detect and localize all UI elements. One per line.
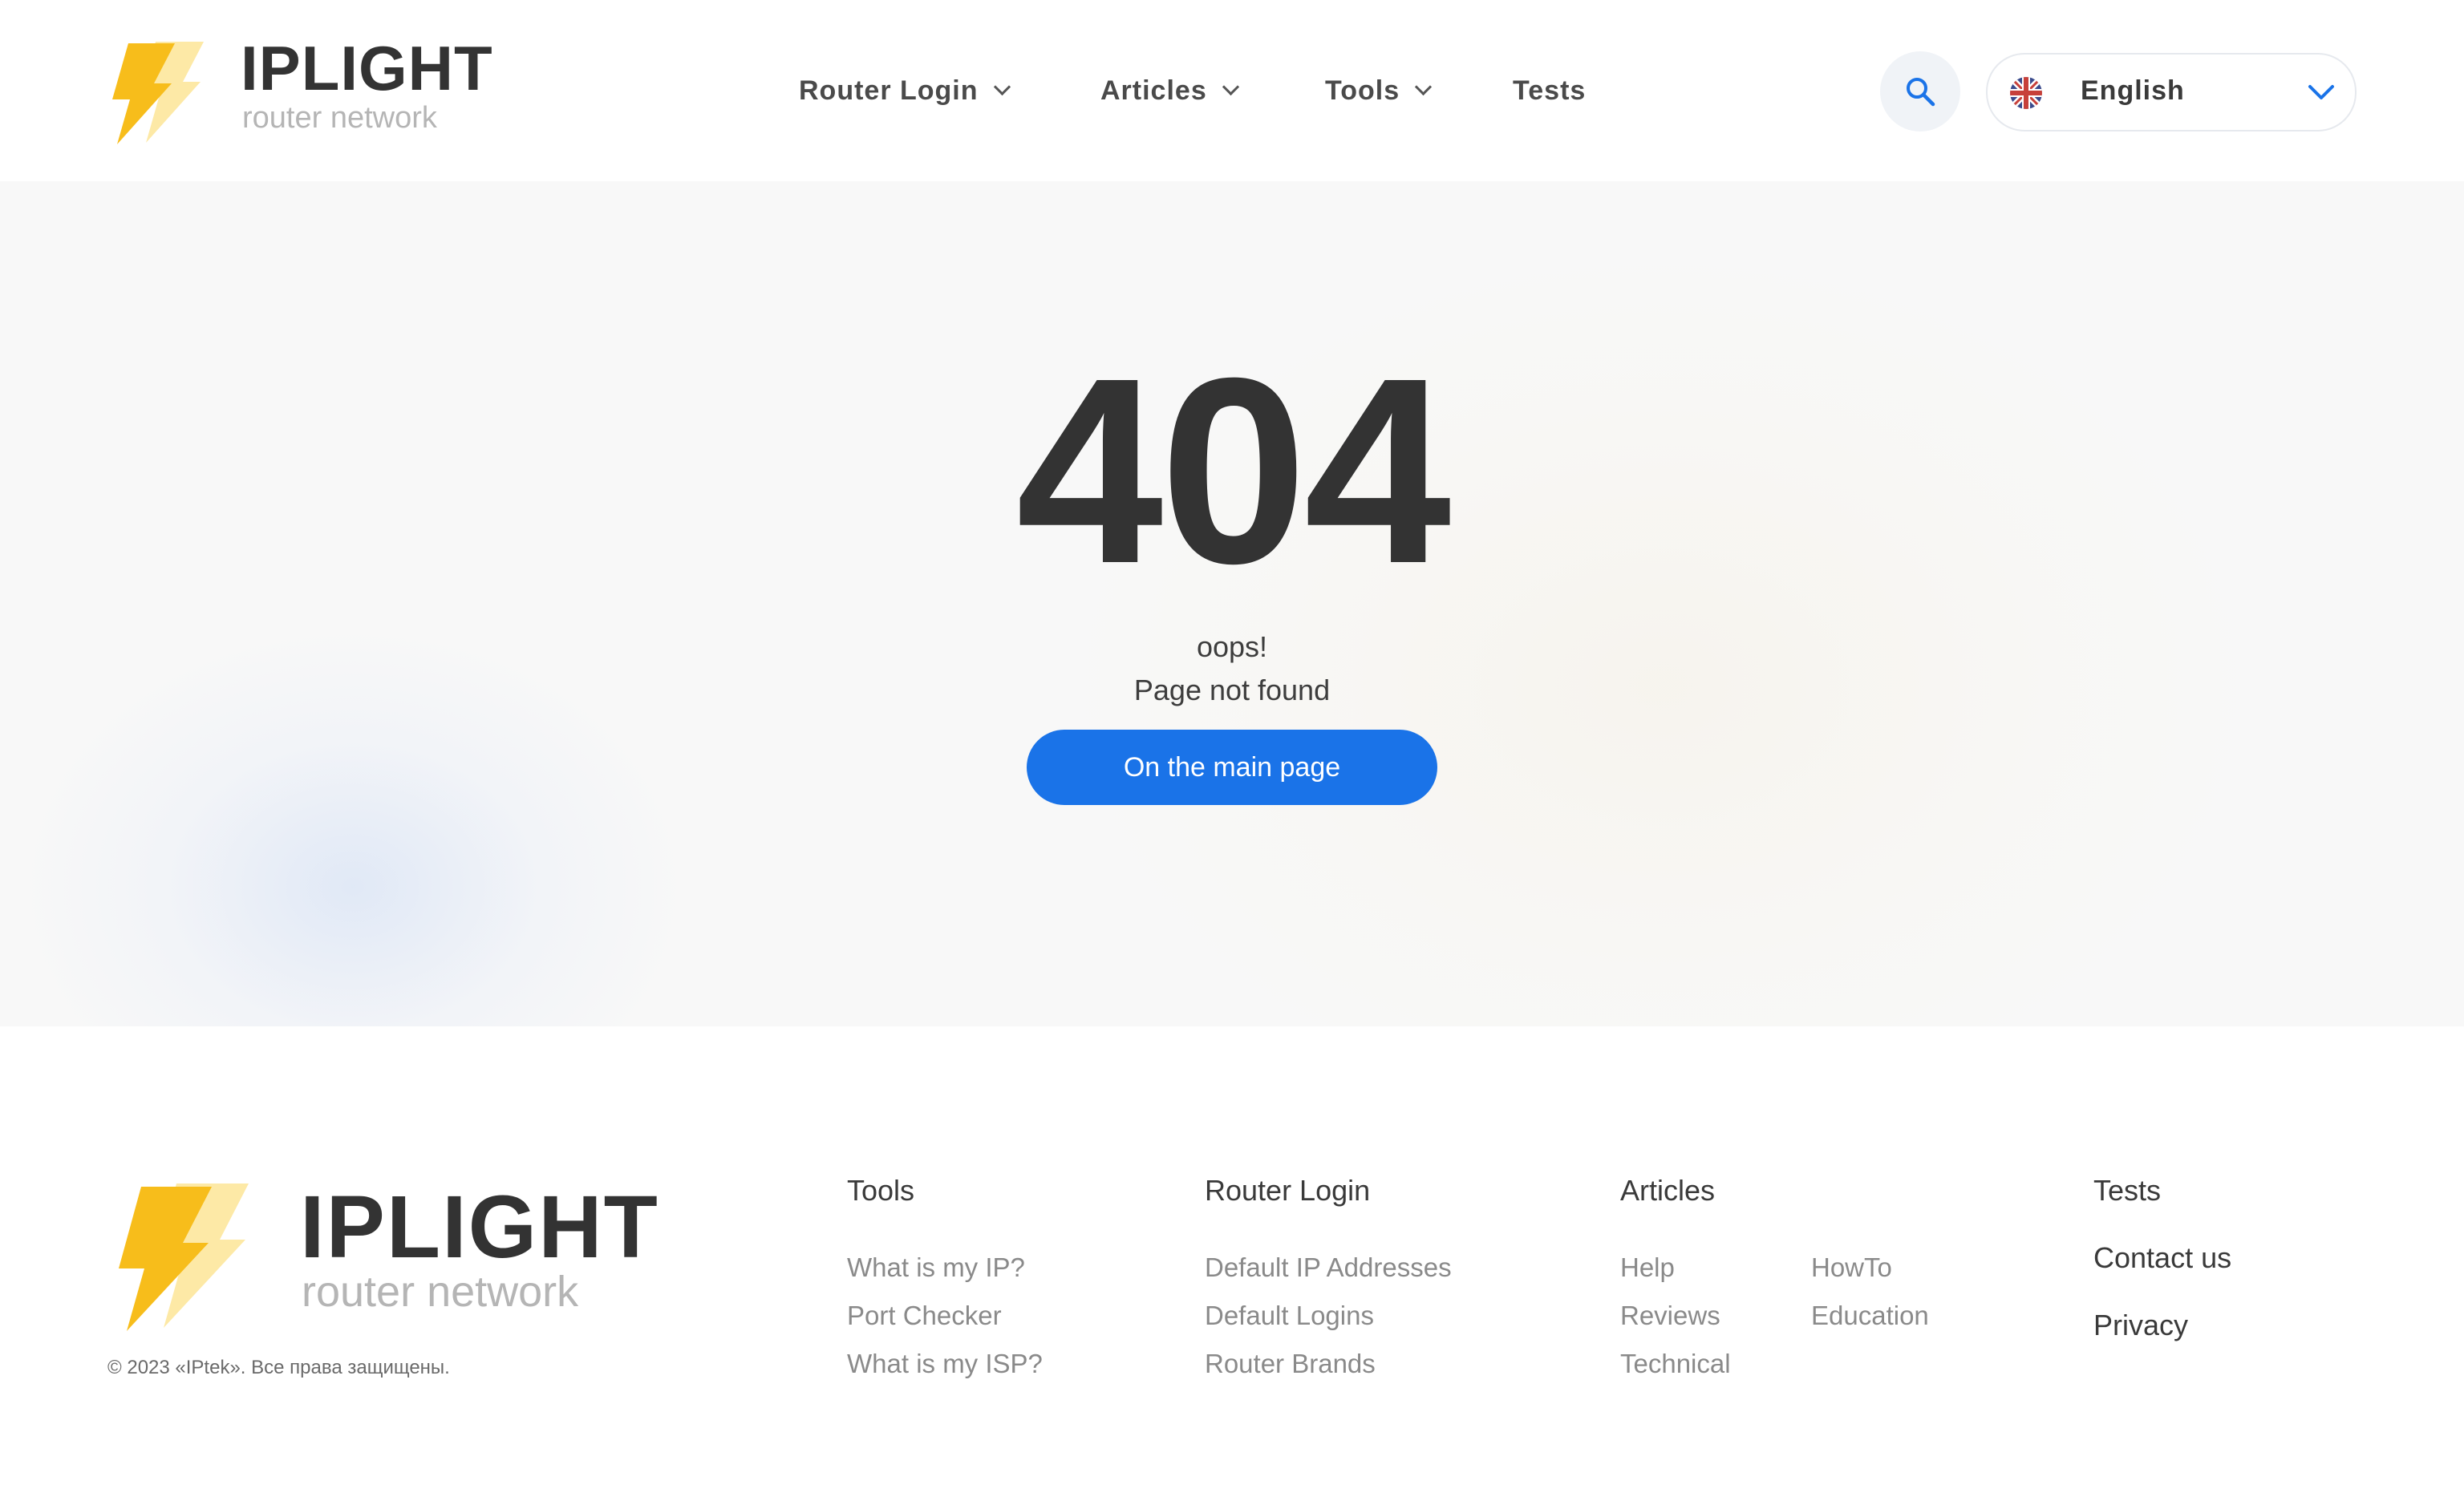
footer-link-router-brands[interactable]: Router Brands [1205,1349,1376,1379]
footer-link-what-is-my-ip[interactable]: What is my IP? [847,1252,1025,1283]
footer-link-contact-us[interactable]: Contact us [2093,1241,2231,1275]
footer-link-education[interactable]: Education [1811,1301,1929,1331]
lightning-logo-icon [119,1183,249,1331]
footer-link-privacy[interactable]: Privacy [2093,1309,2188,1342]
footer-link-tests[interactable]: Tests [2093,1174,2161,1208]
error-message: Page not found [1133,674,1331,706]
uk-flag-icon [2010,77,2042,109]
site-footer: IPLIGHT router network © 2023 «IPtek». В… [0,1026,2464,1493]
footer-link-what-is-my-isp[interactable]: What is my ISP? [847,1349,1043,1379]
footer-router-login-heading: Router Login [1205,1174,1371,1207]
copyright-text: © 2023 «IPtek». Все права защищены. [107,1357,450,1378]
site-header: IPLIGHT router network Router Login Arti… [0,0,2464,181]
header-logo-tagline: router network [242,101,437,135]
header-logo-brand: IPLIGHT [241,33,493,103]
footer-logo-brand: IPLIGHT [300,1178,659,1277]
footer-link-default-ip-addresses[interactable]: Default IP Addresses [1205,1252,1452,1283]
nav-router-login-label: Router Login [799,75,979,106]
nav-tests-label: Tests [1513,75,1587,106]
search-icon [1907,78,1935,107]
chevron-down-icon [2308,85,2334,99]
error-section: 404 oops! Page not found On the main pag… [0,181,2464,1026]
lightning-logo-icon [112,42,204,144]
nav-router-login[interactable]: Router Login [799,74,1011,107]
chevron-down-icon [1222,78,1239,96]
nav-tests[interactable]: Tests [1513,74,1586,107]
footer-articles-heading: Articles [1620,1174,1716,1207]
footer-link-technical[interactable]: Technical [1620,1349,1731,1379]
footer-link-reviews[interactable]: Reviews [1620,1301,1720,1331]
language-label: English [2081,75,2185,106]
nav-tools[interactable]: Tools [1325,74,1433,107]
nav-articles[interactable]: Articles [1100,74,1239,107]
footer-link-port-checker[interactable]: Port Checker [847,1301,1002,1331]
error-code: 404 [1015,322,1452,618]
language-selector[interactable]: English [1986,53,2357,131]
footer-logo[interactable]: IPLIGHT router network [107,1183,685,1336]
search-button[interactable] [1880,51,1960,131]
footer-link-default-logins[interactable]: Default Logins [1205,1301,1374,1331]
error-oops-text: oops! [1196,630,1268,663]
chevron-down-icon [993,78,1011,96]
nav-tools-label: Tools [1325,75,1400,106]
nav-articles-label: Articles [1100,75,1207,106]
footer-link-help[interactable]: Help [1620,1252,1675,1283]
chevron-down-icon [1415,78,1433,96]
footer-tools-heading: Tools [847,1174,915,1207]
header-logo[interactable]: IPLIGHT router network [106,33,507,149]
footer-link-howto[interactable]: HowTo [1811,1252,1892,1283]
main-page-button[interactable]: On the main page [1027,730,1437,805]
footer-logo-tagline: router network [302,1268,579,1316]
